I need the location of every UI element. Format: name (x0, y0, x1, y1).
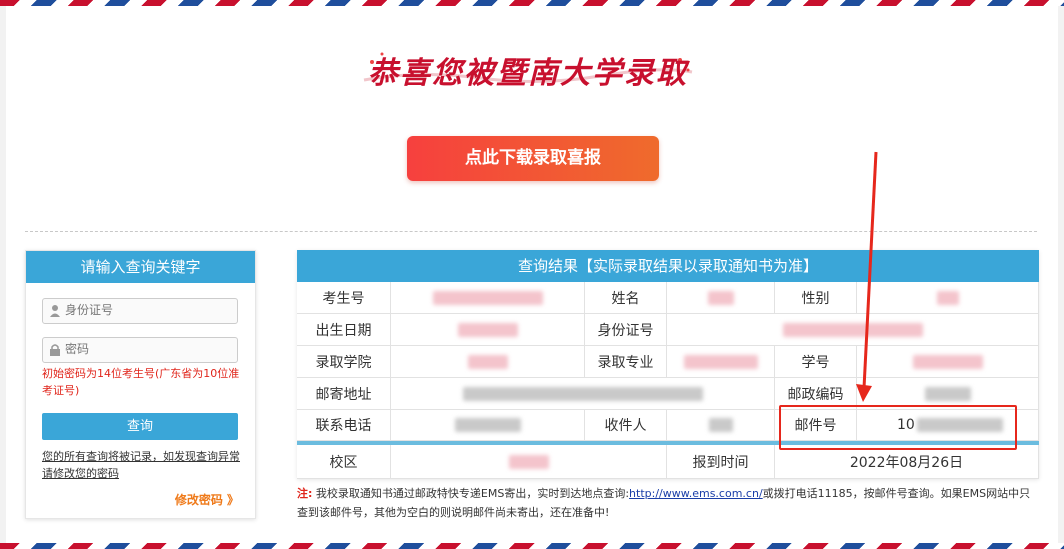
password-input[interactable] (65, 339, 233, 359)
value-phone (391, 410, 585, 441)
id-number-field-wrapper (42, 298, 238, 324)
congratulation-text: 恭喜您被暨南大学录取 (368, 56, 688, 91)
query-record-notice[interactable]: 您的所有查询将被记录，如发现查询异常请修改您的密码 (42, 448, 242, 482)
redacted-value (912, 354, 983, 369)
label-college: 录取学院 (297, 346, 391, 378)
footnote-label: 注: (297, 487, 313, 500)
redacted-value (707, 290, 734, 305)
redacted-value (457, 322, 518, 337)
ems-footnote: 注: 我校录取通知书通过邮政特快专递EMS寄出，实时到达地点查询:http://… (297, 484, 1037, 522)
password-hint: 初始密码为14位考生号(广东省为10位准考证号) (42, 367, 240, 397)
redacted-value (936, 290, 959, 305)
value-major (667, 346, 775, 378)
redacted-value (683, 354, 758, 369)
label-report-time: 报到时间 (667, 445, 775, 479)
value-id-number (667, 314, 1039, 346)
redacted-value (462, 386, 703, 401)
query-panel-title: 请输入查询关键字 (26, 251, 255, 283)
section-divider (25, 231, 1037, 232)
value-report-time: 2022年08月26日 (775, 445, 1039, 479)
redacted-value (454, 418, 521, 432)
label-recipient: 收件人 (585, 410, 667, 441)
label-birth-date: 出生日期 (297, 314, 391, 346)
value-address (391, 378, 775, 410)
redacted-value (708, 418, 733, 432)
lock-icon (50, 344, 60, 356)
ems-website-link[interactable]: http://www.ems.com.cn/ (629, 487, 763, 500)
user-icon (50, 305, 60, 317)
value-recipient (667, 410, 775, 441)
redacted-value (782, 322, 923, 337)
label-major: 录取专业 (585, 346, 667, 378)
value-birth-date (391, 314, 585, 346)
airmail-border-bottom (0, 543, 1064, 549)
label-phone: 联系电话 (297, 410, 391, 441)
value-campus (391, 445, 667, 479)
redacted-value (467, 354, 508, 369)
label-campus: 校区 (297, 445, 391, 479)
value-exam-no (391, 282, 585, 314)
value-student-no (857, 346, 1039, 378)
redacted-value (508, 454, 549, 469)
value-gender (857, 282, 1039, 314)
query-panel: 请输入查询关键字 初始密码为14位考生号(广东省为10位准考证号) 查询 您的所… (25, 250, 256, 519)
label-address: 邮寄地址 (297, 378, 391, 410)
redacted-value (432, 290, 543, 305)
tracking-number-highlight-box (779, 405, 1017, 450)
label-id-number: 身份证号 (585, 314, 667, 346)
value-name (667, 282, 775, 314)
change-password-link[interactable]: 修改密码 》 (175, 491, 239, 508)
label-student-no: 学号 (775, 346, 857, 378)
redacted-value (924, 386, 971, 401)
footnote-text-before: 我校录取通知书通过邮政特快专递EMS寄出，实时到达地点查询: (315, 487, 630, 500)
label-exam-no: 考生号 (297, 282, 391, 314)
password-field-wrapper (42, 337, 238, 363)
query-button[interactable]: 查询 (42, 413, 238, 440)
congratulation-banner: 恭喜您被暨南大学录取 (360, 42, 696, 92)
result-panel-title: 查询结果【实际录取结果以录取通知书为准】 (297, 250, 1039, 282)
label-gender: 性别 (775, 282, 857, 314)
id-number-input[interactable] (65, 300, 233, 320)
download-admission-poster-button[interactable]: 点此下载录取喜报 (407, 136, 659, 181)
label-name: 姓名 (585, 282, 667, 314)
value-college (391, 346, 585, 378)
